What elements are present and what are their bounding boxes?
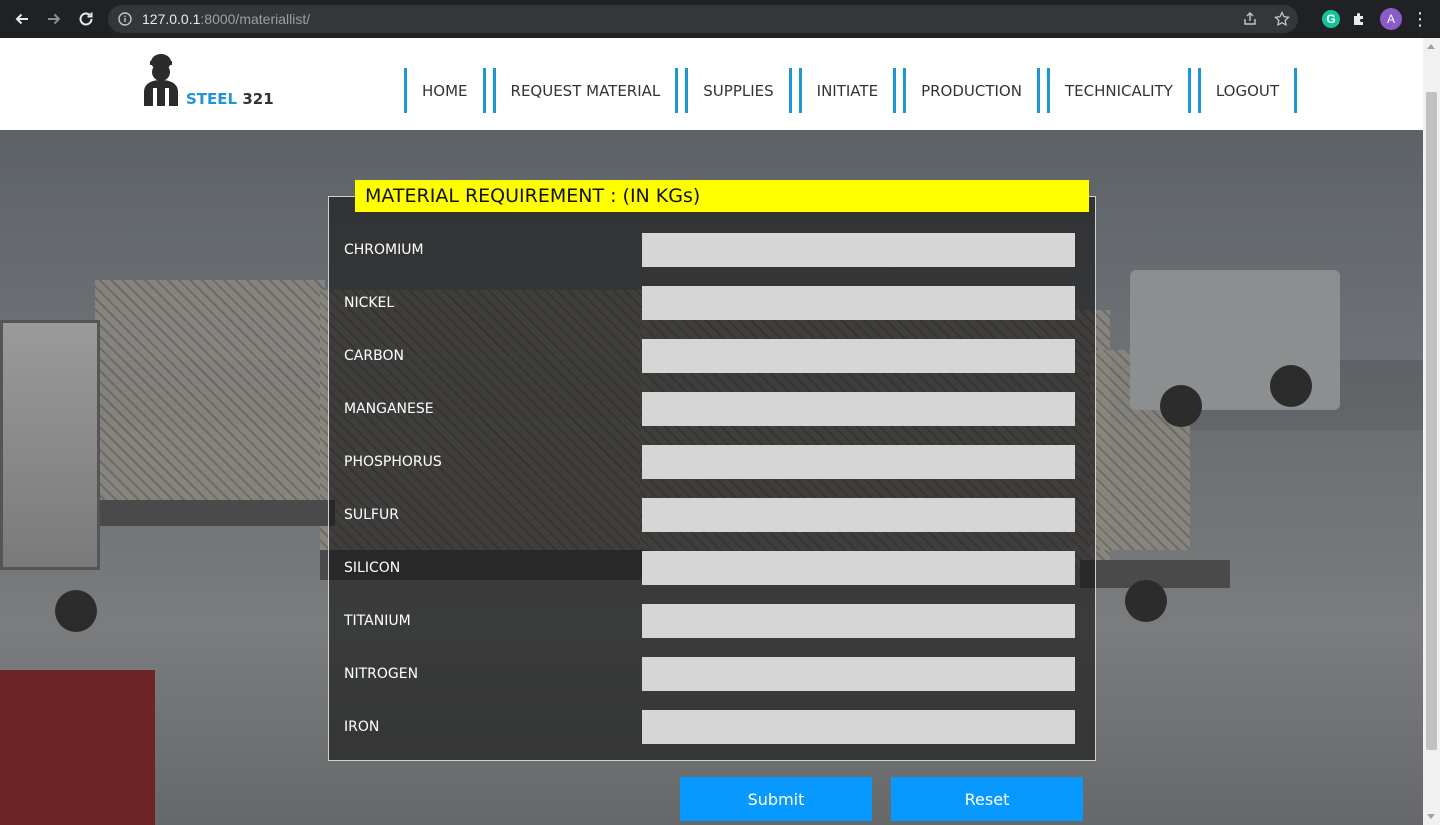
menu-kebab-icon[interactable]: ⋮: [1410, 9, 1430, 30]
nav-supplies[interactable]: SUPPLIES: [685, 68, 792, 113]
logo-text: STEEL 321: [186, 90, 274, 108]
sulfur-input[interactable]: [642, 498, 1075, 532]
address-bar-actions: [1234, 5, 1298, 33]
extensions-puzzle-icon[interactable]: [1348, 11, 1372, 27]
address-bar[interactable]: 127.0.0.1:8000/materiallist/: [108, 5, 1298, 33]
site-header: STEEL 321 HOME REQUEST MATERIAL SUPPLIES…: [0, 38, 1423, 130]
carbon-input[interactable]: [642, 339, 1075, 373]
form-row-phosphorus: PHOSPHORUS: [344, 445, 1076, 479]
nav-logout[interactable]: LOGOUT: [1197, 68, 1298, 113]
field-label: NITROGEN: [344, 666, 419, 682]
cargo-cart-base: [95, 500, 335, 526]
forward-arrow-icon: [48, 13, 61, 25]
url-path: :8000/materiallist/: [200, 11, 311, 27]
tractor-wheel: [1270, 365, 1312, 407]
nav-request-material[interactable]: REQUEST MATERIAL: [492, 68, 679, 113]
field-label: SULFUR: [344, 507, 399, 523]
red-container: [0, 670, 155, 825]
form-row-nickel: NICKEL: [344, 286, 1076, 320]
cart-wheel: [55, 590, 97, 632]
field-label: NICKEL: [344, 295, 395, 311]
silicon-input[interactable]: [642, 551, 1075, 585]
cargo-pallet: [95, 280, 325, 500]
form-row-iron: IRON: [344, 710, 1076, 744]
page-scrollbar[interactable]: [1423, 38, 1440, 825]
manganese-input[interactable]: [642, 392, 1075, 426]
form-row-nitrogen: NITROGEN: [344, 657, 1076, 691]
reset-button[interactable]: Reset: [891, 777, 1083, 821]
back-button[interactable]: [6, 0, 38, 38]
site-logo[interactable]: STEEL 321: [140, 52, 274, 108]
form-row-sulfur: SULFUR: [344, 498, 1076, 532]
logo-word-number: 321: [242, 90, 274, 108]
bookmark-star-icon[interactable]: [1266, 11, 1298, 27]
phosphorus-input[interactable]: [642, 445, 1075, 479]
nickel-input[interactable]: [642, 286, 1075, 320]
baggage-dolly: [0, 320, 100, 570]
form-row-chromium: CHROMIUM: [344, 233, 1076, 267]
grammarly-extension-icon[interactable]: G: [1322, 10, 1340, 28]
submit-button[interactable]: Submit: [680, 777, 872, 821]
form-row-carbon: CARBON: [344, 339, 1076, 373]
field-label: TITANIUM: [344, 613, 411, 629]
nav-home[interactable]: HOME: [404, 68, 486, 113]
share-icon[interactable]: [1234, 11, 1266, 27]
form-row-titanium: TITANIUM: [344, 604, 1076, 638]
scrollbar-thumb[interactable]: [1426, 92, 1437, 750]
nav-initiate[interactable]: INITIATE: [798, 68, 897, 113]
reload-button[interactable]: [70, 0, 102, 38]
iron-input[interactable]: [642, 710, 1075, 744]
chromium-input[interactable]: [642, 233, 1075, 267]
worker-logo-icon: [144, 54, 178, 106]
titanium-input[interactable]: [642, 604, 1075, 638]
cart-wheel: [1125, 580, 1167, 622]
field-label: SILICON: [344, 560, 401, 576]
reload-icon: [79, 12, 93, 26]
field-label: MANGANESE: [344, 401, 434, 417]
field-label: CARBON: [344, 348, 404, 364]
extensions-area: G A ⋮: [1322, 0, 1430, 38]
nav-production[interactable]: PRODUCTION: [903, 68, 1040, 113]
site-info-icon[interactable]: [108, 12, 142, 26]
page-viewport: STEEL 321 HOME REQUEST MATERIAL SUPPLIES…: [0, 38, 1423, 825]
nitrogen-input[interactable]: [642, 657, 1075, 691]
url-host: 127.0.0.1: [142, 11, 201, 27]
field-label: CHROMIUM: [344, 242, 424, 258]
url-text: 127.0.0.1:8000/materiallist/: [142, 11, 310, 27]
scroll-down-arrow-icon[interactable]: [1427, 814, 1435, 819]
form-row-manganese: MANGANESE: [344, 392, 1076, 426]
field-label: PHOSPHORUS: [344, 454, 442, 470]
profile-avatar[interactable]: A: [1380, 8, 1402, 30]
browser-toolbar: 127.0.0.1:8000/materiallist/ G A ⋮: [0, 0, 1440, 38]
tractor-wheel: [1160, 385, 1202, 427]
forward-button[interactable]: [38, 0, 70, 38]
logo-word-steel: STEEL: [186, 90, 238, 108]
form-row-silicon: SILICON: [344, 551, 1076, 585]
form-title: MATERIAL REQUIREMENT : (IN KGs): [355, 180, 1089, 212]
back-arrow-icon: [15, 13, 28, 25]
main-nav: HOME REQUEST MATERIAL SUPPLIES INITIATE …: [404, 68, 1304, 113]
field-label: IRON: [344, 719, 380, 735]
scroll-up-arrow-icon[interactable]: [1427, 44, 1435, 49]
nav-technicality[interactable]: TECHNICALITY: [1046, 68, 1191, 113]
